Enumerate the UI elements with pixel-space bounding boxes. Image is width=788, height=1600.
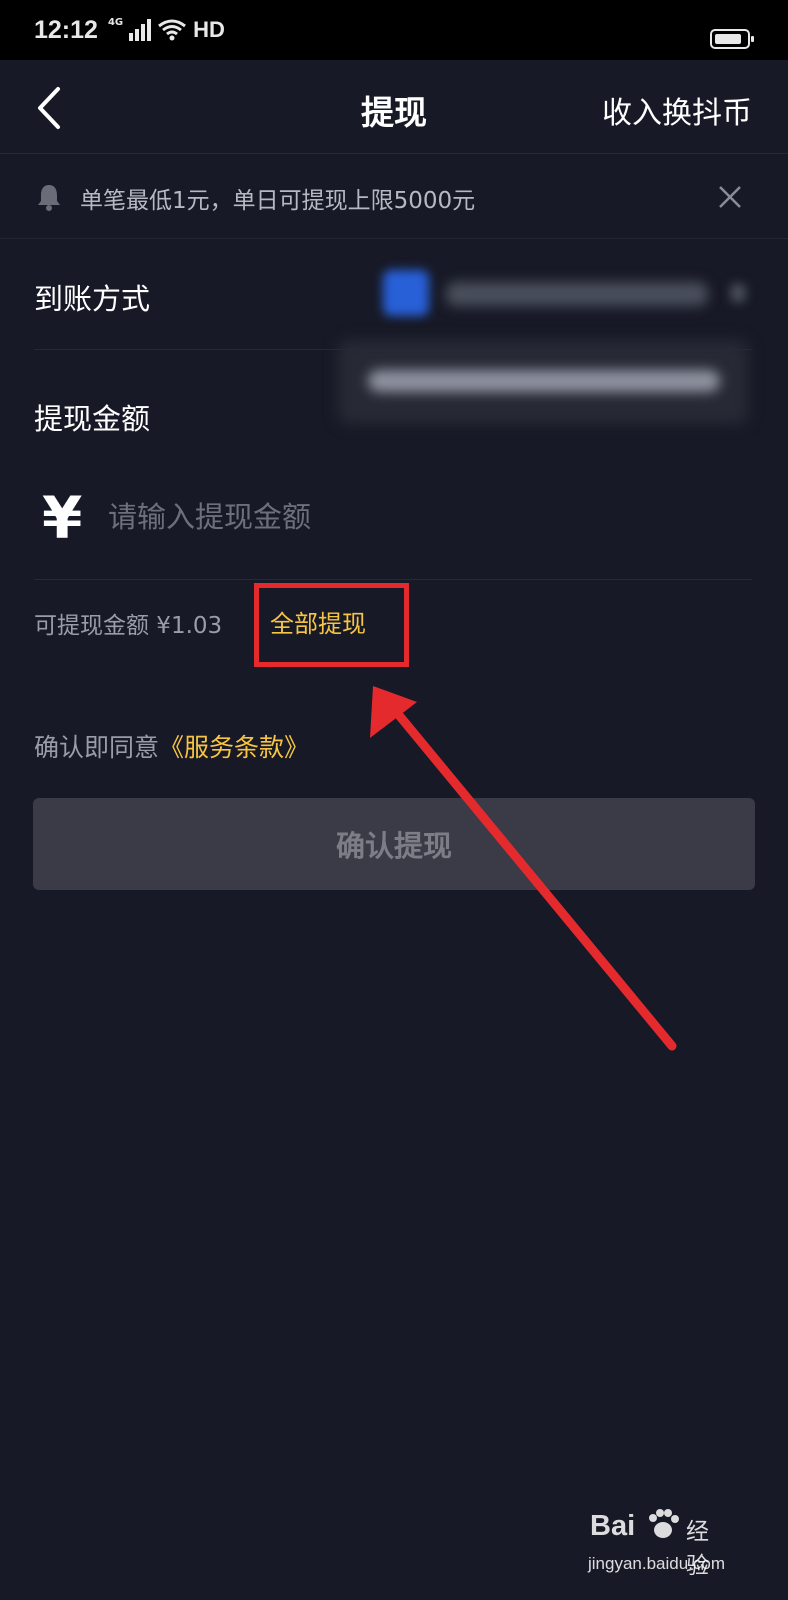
nav-bar: 提现 收入换抖币 (0, 60, 788, 154)
amount-label: 提现金额 (34, 402, 151, 436)
notice-banner: 单笔最低1元，单日可提现上限5000元 (0, 155, 788, 239)
payment-method-label: 到账方式 (34, 282, 151, 316)
paw-icon (649, 1509, 679, 1538)
hd-indicator: HD (193, 17, 225, 42)
terms-link[interactable]: 《服务条款》 (159, 733, 309, 762)
agreement-prefix: 确认即同意 (34, 733, 160, 762)
watermark-url: jingyan.baidu.com (588, 1554, 726, 1573)
notice-text: 单笔最低1元，单日可提现上限5000元 (80, 188, 476, 214)
network-type: 4G (107, 17, 124, 28)
yen-icon: ¥ (42, 484, 83, 552)
available-amount: 可提现金额 ¥1.03 (34, 613, 223, 639)
bell-icon (38, 185, 60, 211)
status-time: 12:12 (34, 15, 98, 44)
baidu-jingyan-watermark: Bai 经验 jingyan.baidu.com (588, 1509, 730, 1590)
payment-method-icon (383, 270, 429, 316)
exchange-coins-link[interactable]: 收入换抖币 (602, 88, 752, 132)
close-icon[interactable] (718, 185, 742, 209)
status-bar: 12:12 4G HD (0, 0, 788, 60)
agreement-line: 确认即同意《服务条款》 (34, 728, 309, 764)
amount-input-row: ¥ (34, 470, 752, 580)
payment-method-account (446, 282, 708, 306)
confirm-withdraw-button[interactable]: 确认提现 (33, 798, 755, 890)
account-tooltip-text (368, 370, 720, 392)
wifi-icon (158, 19, 187, 41)
watermark-logo: Bai (590, 1510, 636, 1542)
status-icons: 4G HD (108, 17, 225, 43)
signal-icon (129, 19, 152, 41)
chevron-right-icon (730, 283, 746, 303)
battery-icon (710, 29, 754, 49)
amount-input[interactable] (108, 492, 708, 542)
annotation-highlight-box (254, 583, 409, 667)
